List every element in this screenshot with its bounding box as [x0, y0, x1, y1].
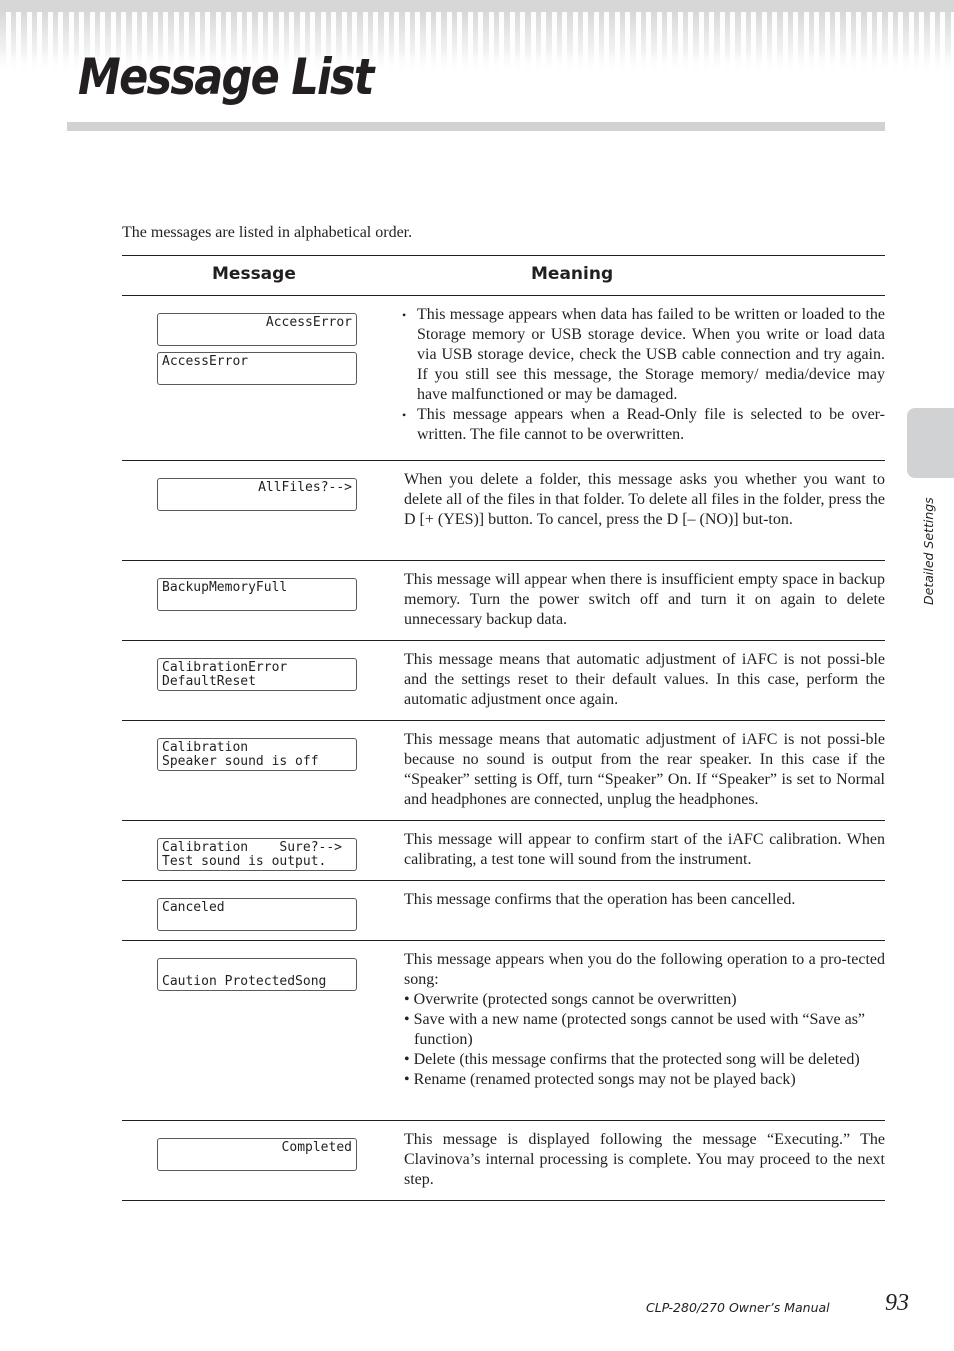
- meaning-list-item: • Overwrite (protected songs cannot be o…: [404, 991, 737, 1008]
- meaning-list-item: • Rename (renamed protected songs may no…: [404, 1071, 796, 1088]
- table-row: Completed This message is displayed follo…: [122, 1121, 885, 1201]
- lcd-line: Completed: [281, 1140, 352, 1155]
- table-row: AccessError AccessError This message appea…: [122, 296, 885, 461]
- meaning-cell: This message appears when you do the fol…: [404, 941, 885, 1100]
- meaning-cell: This message will appear when there is i…: [404, 561, 885, 640]
- lcd-display: Calibration Sure?--> Test sound is output…: [157, 838, 357, 871]
- message-table: Message Meaning AccessError AccessError Th…: [122, 255, 885, 1201]
- lcd-line: [162, 595, 352, 609]
- meaning-list-item: • Delete (this message confirms that the…: [404, 1051, 860, 1068]
- lcd-display: AccessError: [157, 352, 357, 385]
- lcd-line: Caution ProtectedSong: [162, 974, 327, 989]
- lcd-line: BackupMemoryFull: [162, 580, 288, 595]
- lcd-display: AllFiles?-->: [157, 478, 357, 511]
- page-number: 93: [885, 1290, 909, 1316]
- title-rule: [67, 122, 885, 131]
- meaning-cell: This message is displayed following the …: [404, 1121, 885, 1200]
- lcd-line: CalibrationError: [162, 660, 288, 675]
- meaning-cell: When you delete a folder, this message a…: [404, 461, 885, 540]
- table-row: Calibration Sure?--> Test sound is output…: [122, 821, 885, 881]
- meaning-text: When you delete a folder, this message a…: [404, 471, 885, 528]
- lcd-line: Calibration: [162, 740, 249, 755]
- column-header-meaning: Meaning: [531, 264, 614, 284]
- message-cell: Calibration Sure?--> Test sound is output…: [157, 838, 359, 877]
- table-body: AccessError AccessError This message appea…: [122, 296, 885, 1201]
- table-row: AllFiles?--> When you delete a folder, th…: [122, 461, 885, 561]
- table-row: Caution ProtectedSong This message appear…: [122, 941, 885, 1121]
- meaning-list-item: • Save with a new name (protected songs …: [404, 1011, 866, 1048]
- meaning-list: • Overwrite (protected songs cannot be o…: [404, 990, 885, 1090]
- lcd-line: Calibration Sure?-->: [162, 840, 343, 855]
- meaning-text: This message is displayed following the …: [404, 1131, 885, 1188]
- meaning-cell: This message means that automatic adjust…: [404, 721, 885, 820]
- lcd-line: AllFiles?-->: [258, 480, 352, 495]
- lcd-display: Completed: [157, 1138, 357, 1171]
- lcd-line: [162, 369, 352, 383]
- lcd-line: Speaker sound is off: [162, 754, 319, 769]
- lcd-line: DefaultReset: [162, 674, 256, 689]
- meaning-text: This message confirms that the operation…: [404, 891, 796, 908]
- meaning-bullet: This message appears when data has faile…: [402, 305, 885, 405]
- table-row: Calibration Speaker sound is off This mess…: [122, 721, 885, 821]
- message-cell: CalibrationError DefaultReset: [157, 658, 359, 697]
- meaning-text: This message appears when you do the fol…: [404, 951, 885, 988]
- meaning-cell: This message appears when data has faile…: [402, 296, 885, 455]
- lcd-line: [162, 495, 352, 509]
- intro-text: The messages are listed in alphabetical …: [122, 224, 413, 241]
- lcd-line: [162, 961, 352, 975]
- message-cell: Calibration Speaker sound is off: [157, 738, 359, 777]
- lcd-display: AccessError: [157, 313, 357, 346]
- meaning-bullet: This message appears when a Read-Only fi…: [402, 405, 885, 445]
- message-cell: Completed: [157, 1138, 359, 1177]
- meaning-cell: This message confirms that the operation…: [404, 881, 885, 920]
- table-row: BackupMemoryFull This message will appear…: [122, 561, 885, 641]
- meaning-text: This message means that automatic adjust…: [404, 731, 885, 808]
- section-tab: [907, 408, 954, 478]
- lcd-line: [162, 330, 352, 344]
- message-cell: AllFiles?-->: [157, 478, 359, 517]
- table-row: Canceled This message confirms that the o…: [122, 881, 885, 941]
- message-cell: AccessError AccessError: [157, 313, 359, 391]
- meaning-text: This message means that automatic adjust…: [404, 651, 885, 708]
- meaning-text: This message will appear to confirm star…: [404, 831, 885, 868]
- table-header: Message Meaning: [122, 256, 885, 296]
- message-cell: Caution ProtectedSong: [157, 958, 359, 997]
- lcd-line: [162, 1155, 352, 1169]
- lcd-line: AccessError: [265, 315, 352, 330]
- page-title: Message List: [78, 48, 374, 106]
- lcd-display: Calibration Speaker sound is off: [157, 738, 357, 771]
- lcd-display: BackupMemoryFull: [157, 578, 357, 611]
- table-row: CalibrationError DefaultReset This message…: [122, 641, 885, 721]
- message-cell: Canceled: [157, 898, 359, 937]
- lcd-line: AccessError: [162, 354, 249, 369]
- lcd-line: Canceled: [162, 900, 225, 915]
- lcd-line: [162, 915, 352, 929]
- lcd-line: Test sound is output.: [162, 854, 327, 869]
- meaning-cell: This message will appear to confirm star…: [404, 821, 885, 880]
- lcd-display: Caution ProtectedSong: [157, 958, 357, 991]
- meaning-text: This message will appear when there is i…: [404, 571, 885, 628]
- lcd-display: CalibrationError DefaultReset: [157, 658, 357, 691]
- section-label: Detailed Settings: [921, 497, 936, 605]
- meaning-cell: This message means that automatic adjust…: [404, 641, 885, 720]
- column-header-message: Message: [212, 264, 296, 284]
- footer-manual-title: CLP-280/270 Owner’s Manual: [646, 1300, 830, 1315]
- lcd-display: Canceled: [157, 898, 357, 931]
- message-cell: BackupMemoryFull: [157, 578, 359, 617]
